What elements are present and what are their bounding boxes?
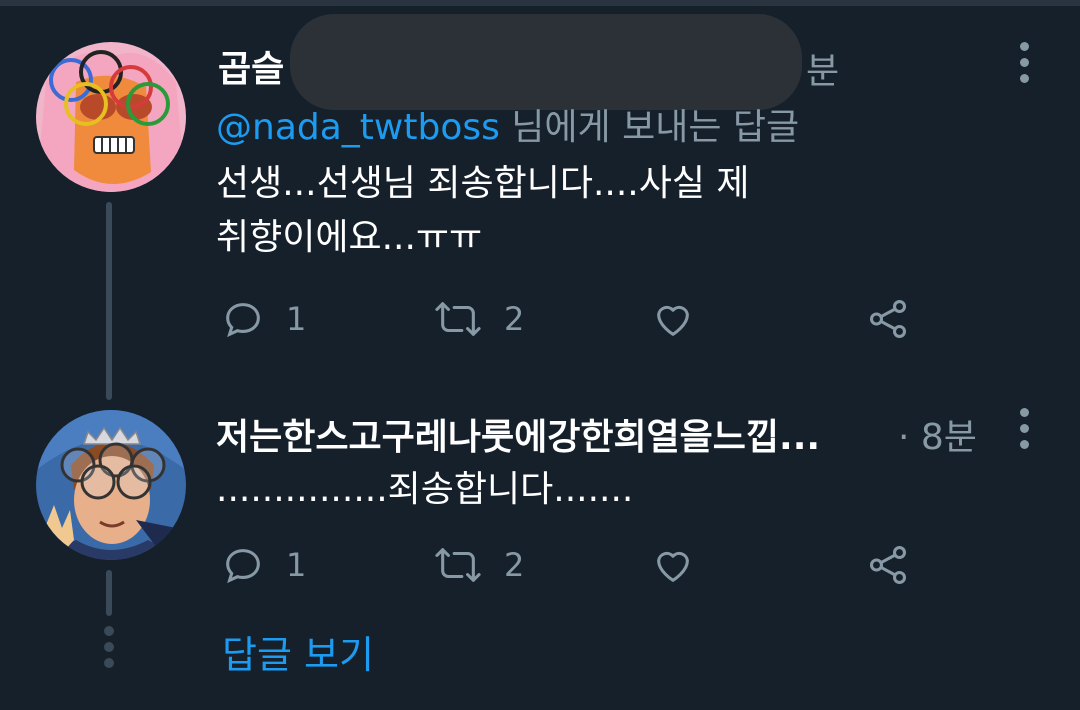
like-button[interactable] <box>650 296 696 342</box>
retweet-count: 2 <box>504 300 525 338</box>
reply-button[interactable]: 1 <box>220 296 306 342</box>
share-button[interactable] <box>864 542 912 588</box>
reply-count: 1 <box>286 300 307 338</box>
like-icon <box>657 551 689 582</box>
thread-connector <box>106 570 112 616</box>
cartoon-prince-with-glasses-avatar <box>36 410 186 560</box>
retweet-count: 2 <box>504 546 525 584</box>
share-icon <box>869 546 907 584</box>
see-replies-link[interactable]: 답글 보기 <box>222 624 374 679</box>
reply-button[interactable]: 1 <box>220 542 306 588</box>
share-button[interactable] <box>864 296 912 342</box>
reply-count: 1 <box>286 546 307 584</box>
author-name[interactable]: 저는한스고구레나룻에강한희열을느낍... <box>216 408 820 460</box>
reply-to-handle[interactable]: @nada_twtboss <box>216 107 500 148</box>
redacted-area <box>290 14 802 110</box>
tweet-text-line-1: 선생...선생님 죄송합니다....사실 제 <box>216 163 750 204</box>
thread-dot <box>104 658 114 668</box>
avatar[interactable] <box>36 410 186 560</box>
more-icon[interactable] <box>1018 42 1030 90</box>
share-icon <box>869 300 907 338</box>
reply-to-line: @nada_twtboss 님에게 보내는 답글 <box>216 98 799 150</box>
timestamp[interactable]: · 8분 <box>898 408 977 460</box>
top-divider <box>0 0 1080 6</box>
thread-dot <box>104 626 114 636</box>
like-icon <box>657 305 689 336</box>
thread-dot <box>104 642 114 652</box>
retweet-button[interactable]: 2 <box>432 542 524 588</box>
thread-connector <box>106 202 112 400</box>
tweet-text-line-2: 취향이에요...ㅠㅠ <box>216 217 483 258</box>
tweet-text: ...............죄송합니다....... <box>216 469 634 510</box>
reply-icon <box>226 549 260 584</box>
reply-to-suffix: 님에게 보내는 답글 <box>499 107 800 148</box>
avatar[interactable] <box>36 42 186 192</box>
like-button[interactable] <box>650 542 696 588</box>
retweet-button[interactable]: 2 <box>432 296 524 342</box>
retweet-icon <box>435 302 481 336</box>
more-icon[interactable] <box>1018 408 1030 456</box>
author-name[interactable]: 곱슬 <box>218 40 284 92</box>
cartoon-face-with-glasses-avatar <box>36 42 186 192</box>
reply-icon <box>226 303 260 338</box>
timestamp[interactable]: 분 <box>806 42 839 94</box>
retweet-icon <box>435 548 481 582</box>
